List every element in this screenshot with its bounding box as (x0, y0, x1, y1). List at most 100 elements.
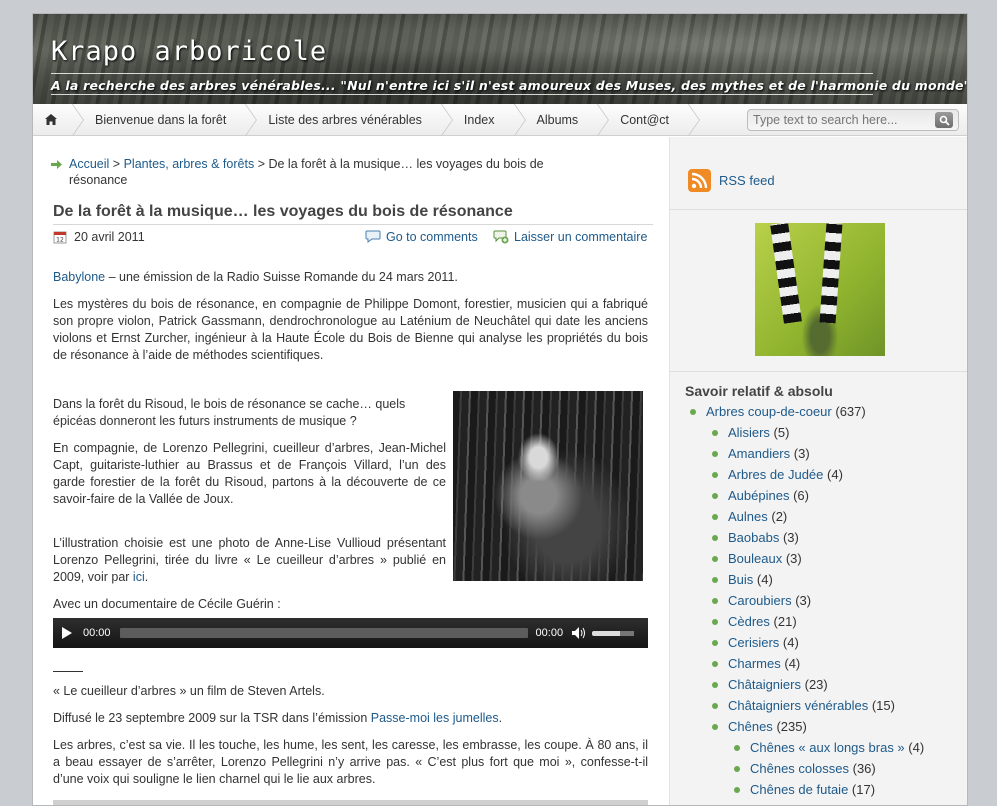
post-paragraph: Diffusé le 23 septembre 2009 sur la TSR … (53, 710, 648, 727)
category-item: Buis (4) (690, 569, 965, 590)
striped-leg (819, 223, 843, 324)
category-item: Chênes (235) (690, 716, 965, 737)
post-paragraph: Les mystères du bois de résonance, en co… (53, 297, 648, 362)
divider (53, 671, 83, 672)
category-link[interactable]: Cerisiers (728, 635, 779, 650)
sidebar-image[interactable] (755, 223, 885, 356)
nav-item-index[interactable]: Index (448, 104, 511, 136)
post-paragraph: Les arbres, c’est sa vie. Il les touche,… (53, 738, 648, 786)
babylone-link[interactable]: Babylone (53, 270, 105, 284)
nav-item-bienvenue[interactable]: Bienvenue dans la forêt (79, 104, 242, 136)
category-count: (15) (871, 698, 895, 713)
category-item: Aubépines (6) (690, 485, 965, 506)
category-link[interactable]: Arbres coup-de-coeur (706, 404, 832, 419)
post-paragraph: « Le cueilleur d’arbres » un film de Ste… (53, 684, 325, 698)
post-body-lower: « Le cueilleur d’arbres » un film de Ste… (53, 683, 648, 798)
site-title[interactable]: Krapo arboricole (51, 36, 327, 67)
play-icon[interactable] (62, 627, 72, 639)
site-tagline: A la recherche des arbres vénérables... … (51, 78, 968, 93)
category-count: (235) (776, 719, 807, 734)
category-link[interactable]: Aulnes (728, 509, 768, 524)
post-title[interactable]: De la forêt à la musique… les voyages du… (53, 203, 653, 225)
category-item: Chênes « aux longs bras » (4) (690, 737, 965, 758)
rss-icon (688, 169, 711, 192)
breadcrumb-current: De la forêt à la musique… les voyages du… (268, 157, 544, 171)
category-count: (4) (908, 740, 925, 755)
leave-comment-label[interactable]: Laisser un commentaire (514, 230, 647, 244)
category-count: (3) (785, 551, 802, 566)
category-link[interactable]: Chênes colosses (750, 761, 849, 776)
category-link[interactable]: Chênes « aux longs bras » (750, 740, 905, 755)
nav-separator (438, 104, 448, 136)
nav-separator (685, 104, 695, 136)
title-divider (51, 73, 873, 74)
category-item: Charmes (4) (690, 653, 965, 674)
category-link[interactable]: Chênes (728, 719, 773, 734)
tagline-divider (51, 94, 873, 95)
category-count: (4) (756, 572, 773, 587)
category-item: Bouleaux (3) (690, 548, 965, 569)
nav-separator (511, 104, 521, 136)
category-link[interactable]: Alisiers (728, 425, 770, 440)
rss-feed-link[interactable]: RSS feed (688, 169, 775, 192)
arrow-right-icon (51, 160, 62, 169)
volume-slider[interactable] (592, 630, 635, 636)
search-input[interactable] (748, 113, 933, 127)
search-box (747, 109, 959, 131)
audio-progress-bar[interactable] (119, 628, 528, 638)
breadcrumb: Accueil > Plantes, arbres & forêts > De … (51, 156, 651, 188)
category-count: (17) (851, 782, 876, 797)
category-link[interactable]: Aubépines (728, 488, 789, 503)
search-icon (939, 115, 950, 126)
post-paragraph: L’illustration choisie est une photo de … (53, 535, 446, 586)
category-item: Cèdres (21) (690, 611, 965, 632)
goto-comments-label[interactable]: Go to comments (386, 230, 478, 244)
category-link[interactable]: Amandiers (728, 446, 790, 461)
search-button[interactable] (935, 112, 953, 128)
category-link[interactable]: Caroubiers (728, 593, 792, 608)
category-link[interactable]: Chênes de futaie (750, 782, 848, 797)
post-paragraph: En compagnie, de Lorenzo Pellegrini, cue… (53, 441, 446, 506)
category-item: Alisiers (5) (690, 422, 965, 443)
post-photo[interactable] (453, 391, 643, 581)
category-link[interactable]: Buis (728, 572, 753, 587)
main-content: Accueil > Plantes, arbres & forêts > De … (33, 137, 669, 805)
category-link[interactable]: Cèdres (728, 614, 770, 629)
category-link[interactable]: Châtaigniers (728, 677, 801, 692)
ici-link[interactable]: ici (133, 570, 145, 584)
nav-separator (242, 104, 252, 136)
category-link[interactable]: Baobabs (728, 530, 779, 545)
video-embed[interactable] (53, 800, 648, 805)
audio-current-time: 00:00 (83, 627, 111, 639)
leave-comment-link[interactable]: Laisser un commentaire (493, 230, 647, 244)
category-item: Arbres de Judée (4) (690, 464, 965, 485)
volume-icon[interactable] (572, 627, 586, 639)
category-link[interactable]: Arbres de Judée (728, 467, 823, 482)
category-link[interactable]: Châtaigniers vénérables (728, 698, 868, 713)
nav-item-albums[interactable]: Albums (521, 104, 595, 136)
breadcrumb-home[interactable]: Accueil (69, 157, 109, 171)
category-item: Caroubiers (3) (690, 590, 965, 611)
post-paragraph: Avec un documentaire de Cécile Guérin : (53, 597, 281, 611)
post-paragraph: Babylone – une émission de la Radio Suis… (53, 269, 648, 286)
category-item: Cerisiers (4) (690, 632, 965, 653)
nav-item-contact[interactable]: Cont@ct (604, 104, 685, 136)
nav-item-liste-arbres[interactable]: Liste des arbres vénérables (252, 104, 438, 136)
post-meta: 12 20 avril 2011 Go to comments Laisser … (53, 230, 648, 246)
breadcrumb-category[interactable]: Plantes, arbres & forêts (124, 157, 255, 171)
rss-label[interactable]: RSS feed (719, 173, 775, 188)
category-count: (3) (782, 530, 799, 545)
goto-comments-link[interactable]: Go to comments (365, 230, 478, 244)
sidebar-divider (670, 209, 967, 210)
main-nav: Bienvenue dans la forêt Liste des arbres… (33, 104, 967, 136)
nav-separator (594, 104, 604, 136)
site-header: Krapo arboricole A la recherche des arbr… (33, 14, 968, 104)
category-list: Arbres coup-de-coeur (637) Alisiers (5) Am… (690, 401, 965, 805)
striped-leg (770, 223, 802, 324)
category-link[interactable]: Charmes (728, 656, 781, 671)
post-date: 12 20 avril 2011 (53, 230, 145, 244)
category-item: Amandiers (3) (690, 443, 965, 464)
category-link[interactable]: Bouleaux (728, 551, 782, 566)
category-count: (637) (835, 404, 866, 419)
passe-moi-link[interactable]: Passe-moi les jumelles (371, 711, 499, 725)
